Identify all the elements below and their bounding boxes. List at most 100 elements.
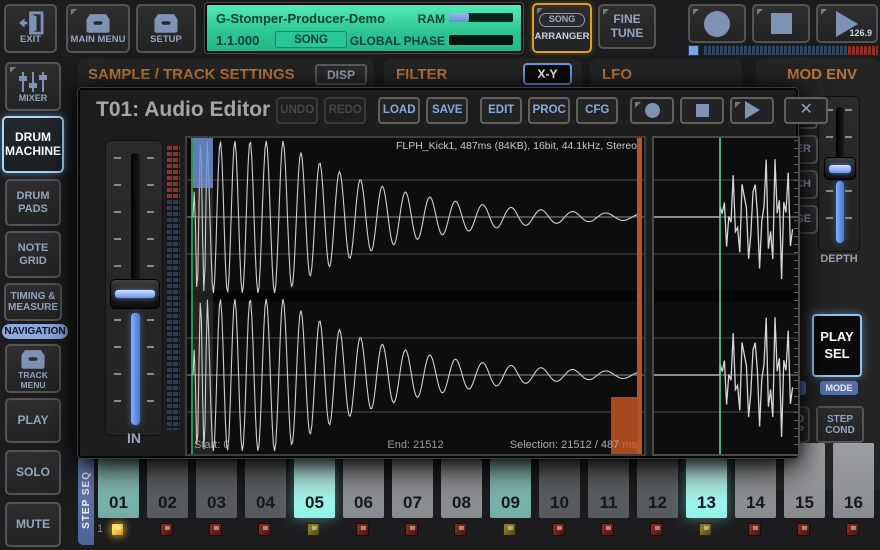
- song-position-strip[interactable]: [704, 46, 848, 55]
- step-param-icon-12[interactable]: [650, 523, 663, 536]
- step-pad-number: 03: [196, 493, 237, 513]
- in-fader-handle[interactable]: [110, 279, 160, 309]
- step-param-icon-13[interactable]: [699, 523, 712, 536]
- sidebar-item-mixer[interactable]: MIXER: [5, 62, 61, 111]
- sample-info: FLPH_Kick1, 487ms (84KB), 16bit, 44.1kHz…: [396, 140, 637, 152]
- lcd-mode-button[interactable]: SONG: [275, 31, 347, 48]
- step-param-icon-03[interactable]: [209, 523, 222, 536]
- setup-label: SETUP: [150, 35, 182, 45]
- step-pad-number: 14: [735, 493, 776, 513]
- fine-tune-button[interactable]: FINE TUNE: [598, 4, 656, 49]
- zoom-ruler: [794, 140, 798, 452]
- step-param-icon-06[interactable]: [356, 523, 369, 536]
- ram-bar: [449, 13, 513, 22]
- step-pad-number: 02: [147, 493, 188, 513]
- record-icon: [645, 103, 660, 118]
- exit-button[interactable]: EXIT: [4, 4, 57, 53]
- xy-button[interactable]: X-Y: [523, 63, 572, 85]
- step-page-label: 1: [97, 523, 103, 535]
- waveform-zoom: [654, 138, 798, 454]
- mod-env-title: MOD ENV: [787, 66, 857, 83]
- main-menu-button[interactable]: MAIN MENU: [66, 4, 130, 53]
- dialog-record-button[interactable]: [630, 97, 674, 124]
- stop-button[interactable]: [752, 4, 810, 43]
- dialog-play-button[interactable]: [730, 97, 774, 124]
- play-button[interactable]: 126.9: [816, 4, 878, 43]
- sidebar-item-mute[interactable]: MUTE: [5, 502, 61, 547]
- in-label: IN: [105, 430, 163, 446]
- step-param-icon-08[interactable]: [454, 523, 467, 536]
- track-menu-label: TRACK MENU: [7, 371, 59, 390]
- step-param-icon-10[interactable]: [552, 523, 565, 536]
- mode-label: MODE: [820, 381, 858, 395]
- step-param-icon-11[interactable]: [601, 523, 614, 536]
- drawer-icon: [17, 347, 49, 371]
- dialog-stop-button[interactable]: [680, 97, 724, 124]
- step-param-icon-14[interactable]: [748, 523, 761, 536]
- exit-label: EXIT: [20, 35, 41, 45]
- step-param-icon-09[interactable]: [503, 523, 516, 536]
- step-pad-number: 12: [637, 493, 678, 513]
- song-arranger-button[interactable]: SONG ARRANGER: [532, 3, 592, 53]
- step-cond-line1: STEP: [827, 414, 853, 425]
- save-button[interactable]: SAVE: [426, 97, 468, 124]
- drawer-icon: [82, 11, 114, 35]
- step-param-icon-04[interactable]: [258, 523, 271, 536]
- waveform-main-panel[interactable]: FLPH_Kick1, 487ms (84KB), 16bit, 44.1kHz…: [185, 136, 646, 456]
- undo-button[interactable]: UNDO: [276, 97, 318, 124]
- record-button[interactable]: [688, 4, 746, 43]
- step-pad-number: 07: [392, 493, 433, 513]
- sidebar-item-track-menu[interactable]: TRACK MENU: [5, 344, 61, 393]
- depth-label: DEPTH: [810, 253, 868, 265]
- selection-start: Start: 0: [194, 439, 229, 451]
- mute-label: MUTE: [16, 518, 50, 531]
- sidebar-item-drum-machine[interactable]: DRUM MACHINE: [2, 116, 64, 173]
- step-pad-number: 09: [490, 493, 531, 513]
- ram-label: RAM: [418, 12, 445, 26]
- step-param-icon-01[interactable]: [111, 523, 124, 536]
- global-phase-bar: [449, 35, 513, 45]
- lfo-title: LFO: [602, 66, 632, 83]
- cfg-button[interactable]: CFG: [576, 97, 618, 124]
- step-param-icon-05[interactable]: [307, 523, 320, 536]
- proc-button[interactable]: PROC: [528, 97, 570, 124]
- step-param-icon-07[interactable]: [405, 523, 418, 536]
- stop-icon: [771, 13, 792, 34]
- play-sel-button[interactable]: PLAY SEL: [812, 314, 862, 377]
- sidebar-item-play[interactable]: PLAY: [5, 398, 61, 443]
- depth-track-fill: [836, 181, 844, 243]
- redo-button[interactable]: REDO: [324, 97, 366, 124]
- sidebar-item-note-grid[interactable]: NOTE GRID: [5, 231, 61, 278]
- setup-button[interactable]: SETUP: [136, 4, 196, 53]
- step-cond-button[interactable]: STEP COND: [816, 406, 864, 443]
- global-phase-label: GLOBAL PHASE: [350, 34, 445, 48]
- step-param-icon-02[interactable]: [160, 523, 173, 536]
- play-sel-line2: SEL: [824, 346, 849, 362]
- dialog-close-button[interactable]: ✕: [784, 97, 828, 124]
- step-param-icon-15[interactable]: [797, 523, 810, 536]
- audio-editor-dialog: T01: Audio Editor UNDO REDO LOAD SAVE ED…: [78, 88, 798, 458]
- drum-pads-label: DRUM PADS: [7, 190, 59, 214]
- step-pad-number: 15: [784, 493, 825, 513]
- step-pad-number: 16: [833, 493, 874, 513]
- step-seq-strip: STEP SEQ: [78, 455, 94, 545]
- depth-fader-handle[interactable]: [824, 157, 856, 180]
- sidebar-item-timing-measure[interactable]: TIMING & MEASURE: [4, 283, 62, 321]
- load-button[interactable]: LOAD: [378, 97, 420, 124]
- waveform-zoom-panel[interactable]: [652, 136, 800, 456]
- step-param-icon-16[interactable]: [846, 523, 859, 536]
- disp-button[interactable]: DISP: [315, 64, 367, 85]
- play-label: PLAY: [18, 414, 49, 427]
- sidebar-item-drum-pads[interactable]: DRUM PADS: [5, 179, 61, 226]
- fine-tune-line2: TUNE: [611, 27, 644, 40]
- sidebar-item-solo[interactable]: SOLO: [5, 450, 61, 495]
- sample-track-settings-title: SAMPLE / TRACK SETTINGS: [88, 66, 295, 83]
- step-pad-number: 01: [98, 493, 139, 513]
- in-track-fill: [131, 313, 140, 425]
- drum-machine-label: DRUM MACHINE: [1, 131, 65, 157]
- step-pad-16[interactable]: 16: [833, 443, 874, 518]
- fine-tune-line1: FINE: [613, 13, 640, 26]
- edit-button[interactable]: EDIT: [480, 97, 522, 124]
- in-fader[interactable]: [105, 140, 163, 436]
- play-icon: [745, 101, 760, 119]
